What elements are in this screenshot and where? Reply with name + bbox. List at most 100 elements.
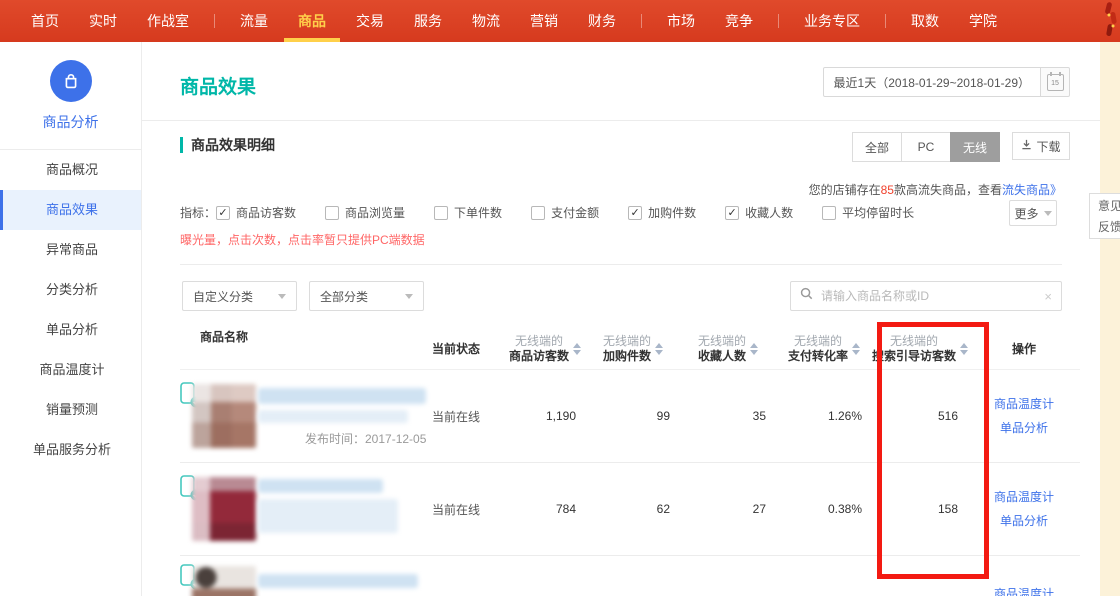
metric-option-cart[interactable]: ✓加购件数: [628, 204, 696, 221]
nav-item-data[interactable]: 取数: [896, 0, 954, 42]
nav-item-product[interactable]: 商品: [283, 0, 341, 42]
nav-item-warroom[interactable]: 作战室: [132, 0, 204, 42]
wireless-prefix: 无线端的: [794, 334, 842, 349]
wireless-prefix: 无线端的: [890, 334, 938, 349]
sort-icon[interactable]: [852, 343, 860, 355]
calendar-button[interactable]: 15: [1041, 67, 1070, 97]
download-button[interactable]: 下载: [1012, 132, 1070, 160]
header-label: 收藏人数: [698, 349, 746, 364]
product-cell[interactable]: 发布时间：2017-12-05: [180, 370, 432, 462]
nav-divider: [641, 14, 642, 28]
nav-item-traffic[interactable]: 流量: [225, 0, 283, 42]
product-thermometer-link[interactable]: 商品温度计: [968, 392, 1080, 416]
col-header-favorites[interactable]: 无线端的收藏人数: [680, 334, 776, 364]
header-label: 支付转化率: [788, 349, 848, 364]
nav-divider: [214, 14, 215, 28]
terminal-tab-group: 全部 PC 无线: [853, 132, 1000, 162]
nav-item-marketing[interactable]: 营销: [515, 0, 573, 42]
favorites-value: 27: [680, 502, 776, 516]
metric-label: 平均停留时长: [842, 204, 914, 221]
notice-middle: 款高流失商品，查看: [894, 183, 1002, 197]
sort-icon[interactable]: [750, 343, 758, 355]
nav-item-home[interactable]: 首页: [16, 0, 74, 42]
metric-option-staytime[interactable]: 平均停留时长: [822, 204, 914, 221]
checkbox-checked-icon[interactable]: ✓: [216, 206, 230, 220]
metric-option-payment[interactable]: 支付金额: [531, 204, 599, 221]
sidebar-section-header: 商品分析: [0, 42, 141, 150]
tab-wireless[interactable]: 无线: [950, 132, 1000, 162]
nav-item-trade[interactable]: 交易: [341, 0, 399, 42]
sidebar-item-sales-forecast[interactable]: 销量预测: [0, 390, 141, 430]
section-header-row: 商品效果明细 全部 PC 无线 下载: [142, 132, 1100, 162]
product-thermometer-link[interactable]: 商品温度计: [968, 582, 1080, 596]
sort-icon[interactable]: [960, 343, 968, 355]
pc-only-note: 曝光量，点击次数，点击率暂只提供PC端数据: [180, 231, 425, 248]
product-subtitle-blurred: [258, 499, 398, 533]
product-thermometer-link[interactable]: 商品温度计: [968, 485, 1080, 509]
top-navigation: 首页 实时 作战室 流量 商品 交易 服务 物流 营销 财务 市场 竞争 业务专…: [0, 0, 1120, 42]
actions-cell: 商品温度计: [968, 556, 1080, 596]
more-metrics-button[interactable]: 更多: [1009, 200, 1057, 226]
table-header-row: 商品名称 当前状态 无线端的商品访客数 无线端的加购件数 无线端的收藏人数 无线…: [180, 328, 1080, 370]
header-label: 搜索引导访客数: [872, 349, 956, 364]
calendar-icon: 15: [1047, 74, 1064, 91]
sidebar-item-item-service-analysis[interactable]: 单品服务分析: [0, 430, 141, 470]
metric-option-pageviews[interactable]: 商品浏览量: [325, 204, 405, 221]
nav-item-realtime[interactable]: 实时: [74, 0, 132, 42]
metric-label: 下单件数: [454, 204, 502, 221]
tab-all[interactable]: 全部: [852, 132, 902, 162]
sidebar-item-product-thermometer[interactable]: 商品温度计: [0, 350, 141, 390]
checkbox-unchecked-icon[interactable]: [434, 206, 448, 220]
publish-date: 发布时间：2017-12-05: [305, 430, 426, 447]
tab-pc[interactable]: PC: [901, 132, 951, 162]
product-title-blurred: [258, 388, 426, 404]
single-item-analysis-link[interactable]: 单品分析: [968, 416, 1080, 440]
checkbox-unchecked-icon[interactable]: [325, 206, 339, 220]
date-range-value[interactable]: 最近1天（2018-01-29~2018-01-29）: [823, 67, 1041, 97]
product-title-blurred: [258, 479, 383, 493]
page-header: 商品效果 最近1天（2018-01-29~2018-01-29） 15: [142, 42, 1100, 121]
sidebar-item-abnormal-products[interactable]: 异常商品: [0, 230, 141, 270]
churn-products-link[interactable]: 流失商品》: [1002, 183, 1062, 197]
col-header-actions: 操作: [968, 340, 1080, 357]
custom-category-dropdown[interactable]: 自定义分类: [182, 281, 297, 311]
col-header-conversion[interactable]: 无线端的支付转化率: [776, 334, 872, 364]
product-cell[interactable]: [180, 463, 432, 555]
nav-item-academy[interactable]: 学院: [954, 0, 1012, 42]
sort-icon[interactable]: [655, 343, 663, 355]
chevron-down-icon: [278, 294, 286, 299]
sort-icon[interactable]: [573, 343, 581, 355]
metric-option-visitors[interactable]: ✓商品访客数: [216, 204, 296, 221]
clear-search-icon[interactable]: ×: [1044, 289, 1052, 304]
more-label: 更多: [1014, 205, 1038, 222]
nav-item-competition[interactable]: 竞争: [710, 0, 768, 42]
col-header-cart[interactable]: 无线端的加购件数: [586, 334, 680, 364]
search-input[interactable]: [819, 288, 1044, 304]
metric-option-favorites[interactable]: ✓收藏人数: [725, 204, 793, 221]
metric-option-orders[interactable]: 下单件数: [434, 204, 502, 221]
single-item-analysis-link[interactable]: 单品分析: [968, 509, 1080, 533]
checkbox-unchecked-icon[interactable]: [531, 206, 545, 220]
sidebar-item-single-item-analysis[interactable]: 单品分析: [0, 310, 141, 350]
conversion-value: 0.38%: [776, 502, 872, 516]
checkbox-checked-icon[interactable]: ✓: [628, 206, 642, 220]
col-header-visitors[interactable]: 无线端的商品访客数: [504, 334, 586, 364]
table-row: 发布时间：2017-12-05 当前在线 1,190 99 35 1.26% 5…: [180, 370, 1080, 463]
nav-item-bizzone[interactable]: 业务专区: [789, 0, 875, 42]
all-category-dropdown[interactable]: 全部分类: [309, 281, 424, 311]
nav-item-market[interactable]: 市场: [652, 0, 710, 42]
section-title: 商品效果明细: [180, 137, 275, 153]
product-cell[interactable]: [180, 556, 432, 596]
nav-item-finance[interactable]: 财务: [573, 0, 631, 42]
nav-item-logistics[interactable]: 物流: [457, 0, 515, 42]
feedback-tab[interactable]: 意见 反馈: [1089, 193, 1120, 239]
nav-item-service[interactable]: 服务: [399, 0, 457, 42]
sidebar-item-category-analysis[interactable]: 分类分析: [0, 270, 141, 310]
checkbox-unchecked-icon[interactable]: [822, 206, 836, 220]
product-image-blurred: [192, 477, 256, 541]
checkbox-checked-icon[interactable]: ✓: [725, 206, 739, 220]
sidebar-item-product-overview[interactable]: 商品概况: [0, 150, 141, 190]
product-title-blurred: [258, 574, 418, 588]
sidebar-item-product-effect[interactable]: 商品效果: [0, 190, 141, 230]
col-header-search-visitors[interactable]: 无线端的搜索引导访客数: [872, 334, 968, 364]
